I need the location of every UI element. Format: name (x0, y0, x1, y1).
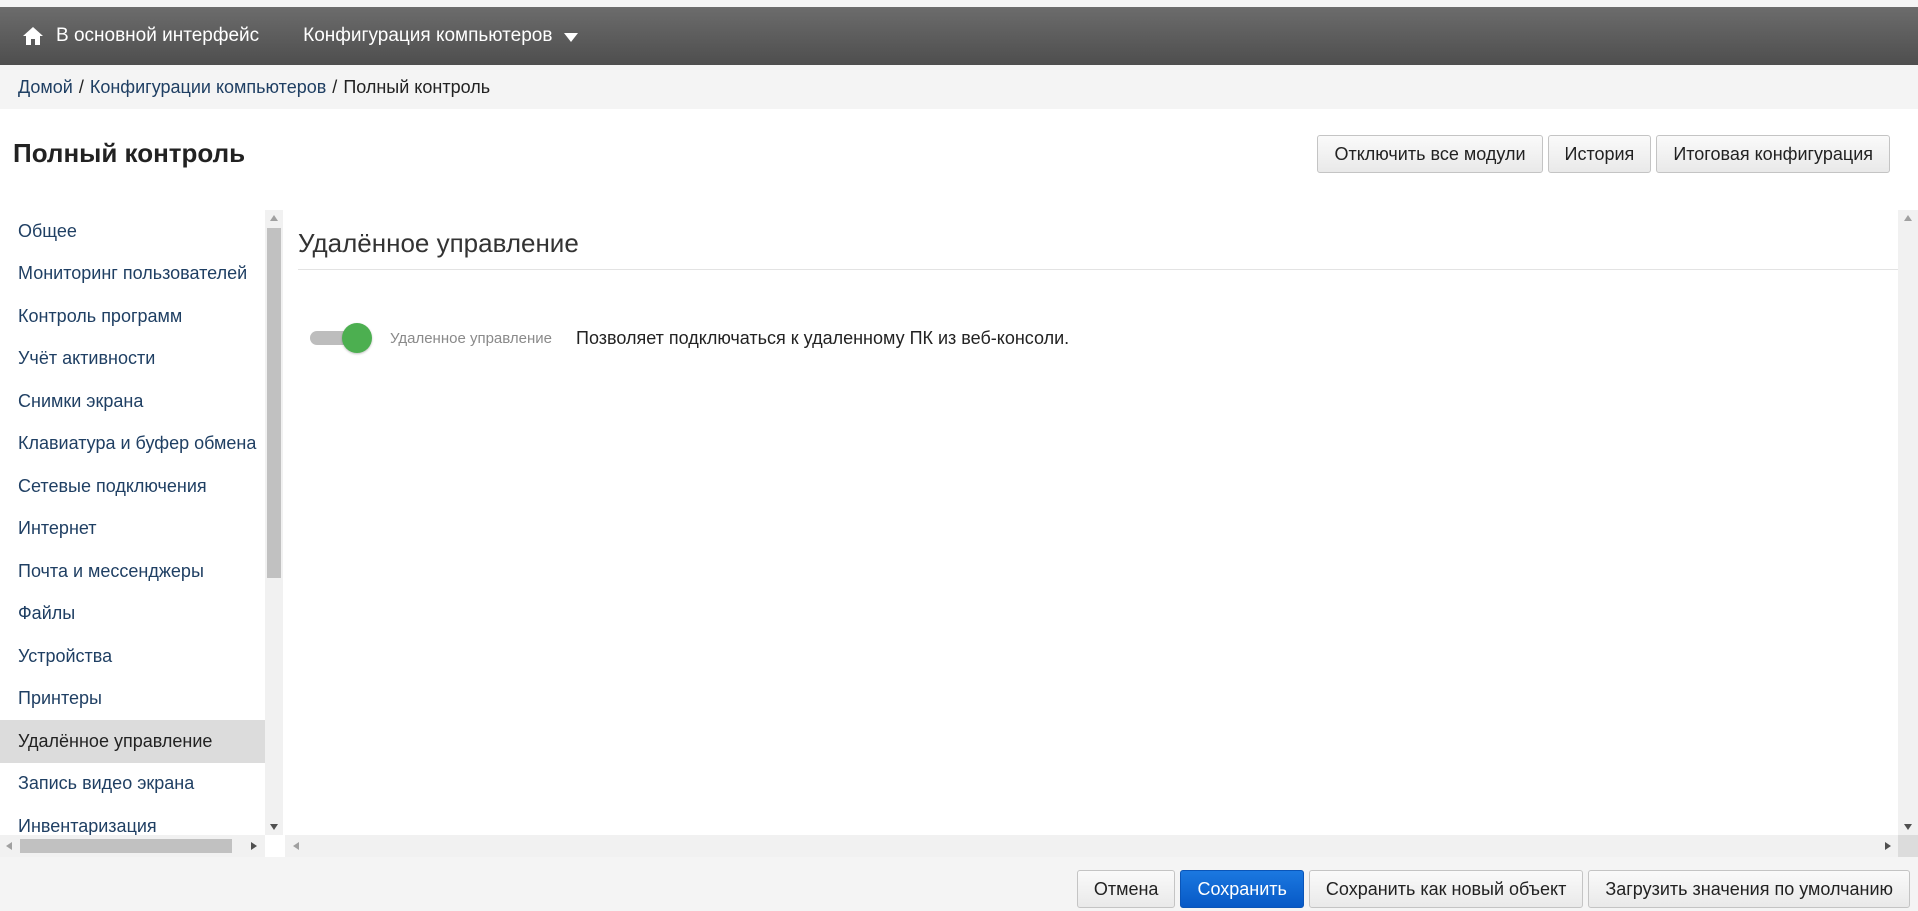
sidebar-item-app-control[interactable]: Контроль программ (0, 295, 265, 338)
sidebar-item-inventory[interactable]: Инвентаризация (0, 805, 265, 835)
bottom-action-bar: Отмена Сохранить Сохранить как новый объ… (0, 857, 1918, 911)
sidebar: Общее Мониторинг пользователей Контроль … (0, 210, 265, 835)
scroll-up-arrow-icon[interactable] (270, 215, 278, 221)
history-button[interactable]: История (1547, 135, 1652, 173)
save-button[interactable]: Сохранить (1180, 870, 1304, 908)
nav-config-label: Конфигурация компьютеров (303, 25, 553, 46)
sidebar-item-printers[interactable]: Принтеры (0, 678, 265, 721)
sidebar-item-devices[interactable]: Устройства (0, 635, 265, 678)
breadcrumb-home[interactable]: Домой (18, 77, 73, 98)
sidebar-item-screenshots[interactable]: Снимки экрана (0, 380, 265, 423)
remote-control-toggle[interactable] (310, 323, 372, 353)
breadcrumb-separator: / (78, 76, 84, 97)
top-actions: Отключить все модули История Итоговая ко… (1317, 135, 1890, 173)
sidebar-item-remote-control[interactable]: Удалённое управление (0, 720, 265, 763)
breadcrumb-separator: / (332, 76, 338, 97)
nav-home-label: В основной интерфейс (56, 25, 260, 46)
content-horizontal-scrollbar[interactable] (285, 835, 1898, 857)
toggle-knob (342, 323, 372, 353)
sidebar-item-keyboard-clipboard[interactable]: Клавиатура и буфер обмена (0, 423, 265, 466)
nav-config-dropdown[interactable]: Конфигурация компьютеров (281, 7, 600, 65)
scroll-right-arrow-icon[interactable] (251, 842, 257, 850)
sidebar-vertical-scrollbar[interactable] (265, 210, 283, 835)
load-defaults-button[interactable]: Загрузить значения по умолчанию (1588, 870, 1910, 908)
disable-all-modules-button[interactable]: Отключить все модули (1317, 135, 1543, 173)
scroll-up-arrow-icon[interactable] (1904, 215, 1912, 221)
save-as-new-button[interactable]: Сохранить как новый объект (1308, 870, 1584, 908)
sidebar-item-files[interactable]: Файлы (0, 593, 265, 636)
breadcrumb-configs[interactable]: Конфигурации компьютеров (90, 77, 326, 98)
final-config-button[interactable]: Итоговая конфигурация (1656, 135, 1890, 173)
section-title: Удалённое управление (298, 228, 579, 258)
home-icon (23, 27, 43, 45)
sidebar-hscroll-thumb[interactable] (20, 839, 232, 853)
top-navbar: В основной интерфейс Конфигурация компью… (0, 7, 1918, 65)
cancel-button[interactable]: Отмена (1076, 870, 1176, 908)
breadcrumb: Домой / Конфигурации компьютеров / Полны… (0, 65, 1918, 109)
scroll-right-arrow-icon[interactable] (1885, 842, 1891, 850)
sidebar-item-general[interactable]: Общее (0, 210, 265, 253)
scrollbar-corner (1898, 835, 1918, 857)
sidebar-item-activity[interactable]: Учёт активности (0, 338, 265, 381)
toggle-description: Позволяет подключаться к удаленному ПК и… (576, 327, 1070, 348)
scroll-left-arrow-icon[interactable] (293, 842, 299, 850)
breadcrumb-current: Полный контроль (343, 76, 491, 97)
nav-home-link[interactable]: В основной интерфейс (0, 7, 281, 65)
sidebar-horizontal-scrollbar[interactable] (0, 835, 265, 857)
bottom-actions: Отмена Сохранить Сохранить как новый объ… (1076, 870, 1910, 908)
sidebar-item-mail-messengers[interactable]: Почта и мессенджеры (0, 550, 265, 593)
content-panel: Удалённое управление Удаленное управлени… (285, 210, 1898, 835)
toggle-label: Удаленное управление (390, 329, 552, 347)
content-vertical-scrollbar[interactable] (1898, 210, 1918, 835)
scroll-down-arrow-icon[interactable] (270, 824, 278, 830)
top-strip (0, 0, 1918, 7)
section-divider (298, 269, 1898, 270)
sidebar-item-user-monitoring[interactable]: Мониторинг пользователей (0, 253, 265, 296)
sidebar-scroll-thumb[interactable] (267, 228, 281, 578)
page-title: Полный контроль (13, 138, 246, 168)
sidebar-item-internet[interactable]: Интернет (0, 508, 265, 551)
chevron-down-icon (564, 32, 579, 42)
sidebar-item-screen-recording[interactable]: Запись видео экрана (0, 763, 265, 806)
scroll-left-arrow-icon[interactable] (6, 842, 12, 850)
remote-control-setting: Удаленное управление Позволяет подключат… (310, 323, 1069, 353)
sidebar-item-network[interactable]: Сетевые подключения (0, 465, 265, 508)
scroll-down-arrow-icon[interactable] (1904, 824, 1912, 830)
